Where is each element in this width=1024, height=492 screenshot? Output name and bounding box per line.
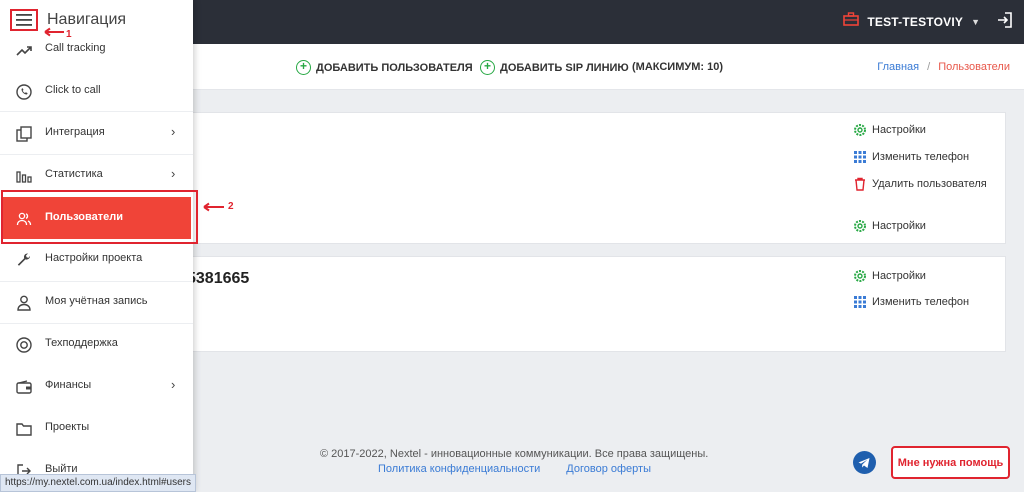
annotation-number: 1 [66, 29, 72, 40]
chevron-right-icon: › [171, 124, 176, 139]
delete-user-label: Удалить пользователя [872, 178, 987, 190]
breadcrumb-separator: / [927, 61, 931, 73]
plus-circle-icon: + [296, 60, 311, 75]
offer-link[interactable]: Договор оферты [566, 463, 651, 475]
integration-icon [15, 125, 33, 143]
user-card: Настройки Изменить телефон Удалить польз… [150, 112, 1006, 244]
privacy-link[interactable]: Политика конфиденциальности [378, 463, 540, 475]
add-user-button[interactable]: + ДОБАВИТЬ ПОЛЬЗОВАТЕЛЯ [296, 60, 473, 75]
account-name: TEST-TESTOVIY [867, 14, 964, 29]
change-phone-link[interactable]: Изменить телефон [853, 150, 969, 164]
dialpad-icon [854, 296, 866, 308]
annotation-highlight-box [1, 190, 198, 244]
account-switcher[interactable]: TEST-TESTOVIY ▼ [843, 12, 980, 31]
support-icon [15, 336, 33, 354]
chevron-down-icon: ▼ [971, 16, 980, 27]
sidebar-item-label: Проекты [45, 421, 90, 433]
settings-link-2[interactable]: Настройки [853, 219, 926, 233]
annotation-number: 2 [228, 201, 234, 212]
phone-icon [15, 83, 33, 101]
settings-label: Настройки [872, 270, 926, 282]
add-user-label: ДОБАВИТЬ ПОЛЬЗОВАТЕЛЯ [316, 61, 473, 74]
change-phone-link[interactable]: Изменить телефон [853, 295, 969, 309]
folder-icon [15, 420, 33, 438]
logout-icon [998, 12, 1012, 28]
sidebar-item-support[interactable]: Техподдержка [0, 323, 193, 365]
status-bar-url: https://my.nextel.com.ua/index.html#user… [0, 474, 197, 492]
gear-icon [854, 220, 866, 232]
sidebar-item-call-tracking[interactable]: Call tracking [0, 28, 193, 70]
gear-icon [854, 270, 866, 282]
change-phone-label: Изменить телефон [872, 296, 970, 308]
hamburger-icon [16, 14, 32, 26]
chevron-right-icon: › [171, 377, 176, 392]
navigation-sidebar: Навигация Call tracking Click to call Ин… [0, 0, 198, 492]
sidebar-item-my-account[interactable]: Моя учётная запись [0, 281, 193, 323]
bar-chart-icon [15, 167, 33, 185]
annotation-arrow-icon [203, 202, 224, 212]
sidebar-item-label: Call tracking [45, 42, 106, 54]
footer-links: Политика конфиденциальности Договор офер… [378, 463, 651, 475]
help-button[interactable]: Мне нужна помощь [891, 446, 1010, 479]
breadcrumb-current: Пользователи [938, 61, 1010, 73]
settings-label: Настройки [872, 220, 926, 232]
telegram-icon[interactable] [853, 451, 876, 474]
chevron-right-icon: › [171, 166, 176, 181]
sidebar-item-label: Финансы [45, 379, 92, 391]
annotation-arrow-icon [44, 27, 64, 37]
trend-icon [15, 41, 33, 59]
footer-copyright: © 2017-2022, Nextel - инновационные комм… [320, 448, 709, 460]
sidebar-item-integration[interactable]: Интеграция › [0, 112, 193, 154]
max-note: (МАКСИМУМ: 10) [632, 61, 723, 73]
wallet-icon [15, 378, 33, 396]
breadcrumb-home[interactable]: Главная [877, 61, 919, 73]
settings-label: Настройки [872, 124, 926, 136]
change-phone-label: Изменить телефон [872, 151, 970, 163]
breadcrumb: Главная / Пользователи [877, 61, 1010, 73]
gear-icon [854, 124, 866, 136]
dialpad-icon [854, 151, 866, 163]
sidebar-item-click-to-call[interactable]: Click to call [0, 70, 193, 112]
user-card: 5381665 Настройки Изменить телефон [150, 256, 1006, 352]
trash-icon [855, 177, 865, 191]
sidebar-item-label: Статистика [45, 168, 103, 180]
sidebar-item-label: Настройки проекта [45, 252, 143, 264]
sidebar-item-project-settings[interactable]: Настройки проекта [0, 238, 193, 280]
sidebar-item-label: Интеграция [45, 126, 105, 138]
add-sip-button[interactable]: + ДОБАВИТЬ SIP ЛИНИЮ [480, 60, 629, 75]
sidebar-item-label: Техподдержка [45, 337, 118, 349]
logout-button[interactable] [996, 11, 1014, 34]
sidebar-item-label: Click to call [45, 84, 101, 96]
wrench-icon [15, 251, 33, 269]
sidebar-item-label: Моя учётная запись [45, 295, 148, 307]
plus-circle-icon: + [480, 60, 495, 75]
delete-user-link[interactable]: Удалить пользователя [853, 177, 987, 191]
settings-link[interactable]: Настройки [853, 123, 926, 137]
briefcase-icon [843, 12, 860, 31]
add-sip-label: ДОБАВИТЬ SIP ЛИНИЮ [500, 61, 629, 74]
sidebar-item-finance[interactable]: Финансы › [0, 365, 193, 407]
user-phone: 5381665 [187, 270, 250, 287]
settings-link[interactable]: Настройки [853, 269, 926, 283]
user-icon [15, 294, 33, 312]
sidebar-item-projects[interactable]: Проекты [0, 407, 193, 449]
